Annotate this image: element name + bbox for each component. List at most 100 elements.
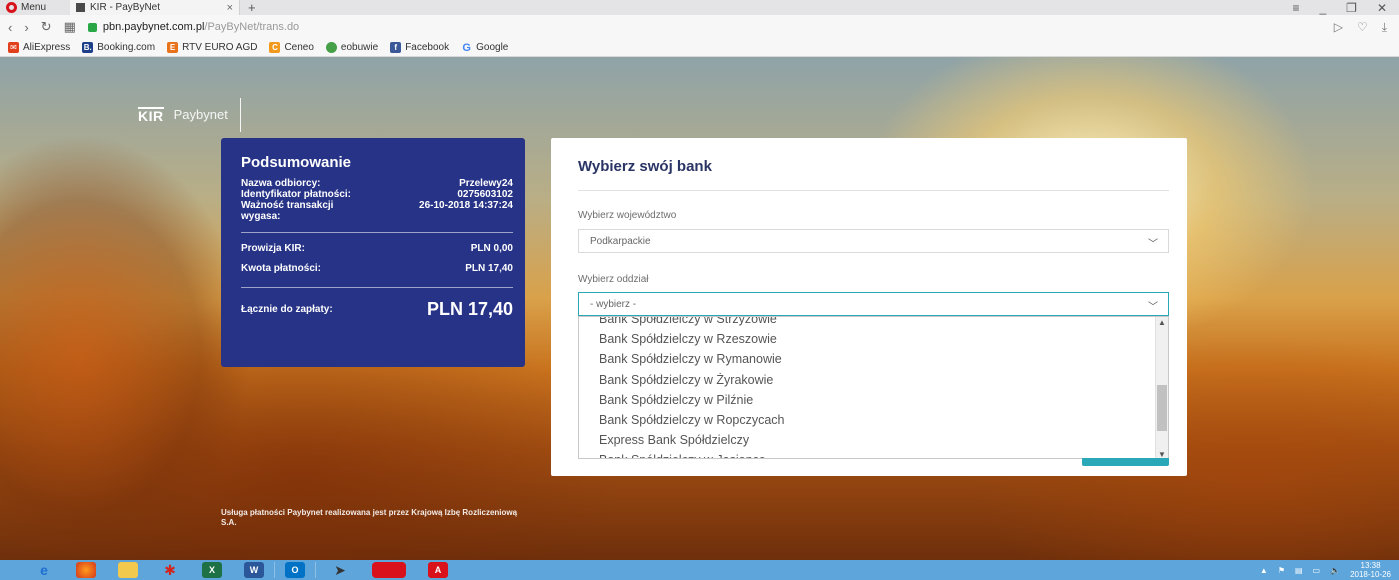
bookmark-google[interactable]: G Google bbox=[461, 42, 508, 54]
opera-taskbar-icon[interactable] bbox=[372, 562, 406, 578]
branch-option[interactable]: Bank Spółdzielczy w Pilźnie bbox=[579, 390, 1156, 410]
windows-taskbar: e ✱ X W O ➤ A ▲ ⚑ ▤ ▭ 🔈 13:38 2018-10-26 bbox=[0, 560, 1399, 580]
url-path: /PayByNet/trans.do bbox=[204, 21, 300, 33]
fee-value: PLN 0,00 bbox=[470, 243, 513, 254]
reload-icon[interactable]: ↻ bbox=[41, 19, 52, 35]
branch-option[interactable]: Bank Spółdzielczy w Rymanowie bbox=[579, 349, 1156, 369]
summary-row-fee: Prowizja KIR: PLN 0,00 bbox=[241, 243, 513, 254]
voivodeship-select[interactable]: Podkarpackie ﹀ bbox=[578, 229, 1169, 253]
browser-menu-button[interactable]: Menu bbox=[0, 2, 70, 13]
url-field[interactable]: pbn.paybynet.com.pl/PayByNet/trans.do bbox=[87, 21, 300, 33]
chevron-down-icon: ﹀ bbox=[1148, 302, 1158, 313]
system-tray: ▲ ⚑ ▤ ▭ 🔈 13:38 2018-10-26 bbox=[1260, 561, 1399, 579]
payment-summary-panel: Podsumowanie Nazwa odbiorcy: Przelewy24 … bbox=[221, 138, 525, 367]
close-window-icon[interactable]: ✕ bbox=[1377, 1, 1387, 15]
branch-option[interactable]: Bank Spółdzielczy w Żyrakowie bbox=[579, 370, 1156, 390]
excel-icon[interactable]: X bbox=[202, 562, 222, 578]
total-label: Łącznie do zapłaty: bbox=[241, 304, 333, 315]
logo-divider bbox=[239, 97, 241, 132]
forward-icon[interactable]: › bbox=[24, 20, 28, 35]
aliexpress-icon: ✉ bbox=[8, 42, 19, 53]
branch-option[interactable]: Bank Spółdzielczy w Ropczycach bbox=[579, 410, 1156, 430]
branch-option[interactable]: Bank Spółdzielczy w Strzyżowie bbox=[579, 317, 1156, 329]
payment-id-label: Identyfikator płatności: bbox=[241, 189, 352, 200]
firefox-icon[interactable] bbox=[76, 562, 96, 578]
new-tab-button[interactable]: + bbox=[240, 0, 256, 15]
flow-icon[interactable]: ▷ bbox=[1334, 20, 1343, 35]
dropdown-scrollbar[interactable]: ▲ ▼ bbox=[1155, 317, 1168, 458]
address-bar: ‹ › ↻ ▦ pbn.paybynet.com.pl/PayByNet/tra… bbox=[0, 15, 1399, 39]
fee-label: Prowizja KIR: bbox=[241, 243, 305, 254]
bookmark-ceneo[interactable]: C Ceneo bbox=[269, 42, 314, 53]
scrollbar-thumb[interactable] bbox=[1157, 385, 1167, 431]
taskbar-separator bbox=[274, 562, 275, 578]
eobuwie-icon bbox=[325, 42, 337, 53]
summary-row-payment-id: Identyfikator płatności: 0275603102 bbox=[241, 189, 513, 200]
volume-icon[interactable]: 🔈 bbox=[1330, 566, 1340, 575]
ceneo-icon: C bbox=[269, 42, 281, 53]
bookmarks-bar: ✉ AliExpress B. Booking.com E RTV EURO AGD … bbox=[0, 39, 1399, 57]
bookmark-facebook[interactable]: f Facebook bbox=[390, 42, 449, 53]
summary-row-amount: Kwota płatności: PLN 17,40 bbox=[241, 263, 513, 274]
bookmark-booking[interactable]: B. Booking.com bbox=[82, 42, 155, 53]
word-icon[interactable]: W bbox=[244, 562, 264, 578]
kir-paybynet-logo: KIR Paybynet bbox=[138, 97, 241, 132]
back-icon[interactable]: ‹ bbox=[8, 20, 12, 35]
lock-icon bbox=[87, 22, 97, 32]
arrow-app-icon[interactable]: ➤ bbox=[330, 562, 350, 578]
speed-dial-icon[interactable]: ▦ bbox=[64, 19, 76, 35]
scroll-up-icon[interactable]: ▲ bbox=[1158, 318, 1166, 327]
acrobat-icon[interactable]: A bbox=[428, 562, 448, 578]
opera-logo-icon bbox=[6, 2, 17, 13]
heart-icon[interactable]: ♡ bbox=[1357, 20, 1368, 35]
branch-value: - wybierz - bbox=[590, 298, 637, 310]
tray-arrow-icon[interactable]: ▲ bbox=[1260, 566, 1268, 575]
summary-divider bbox=[241, 287, 513, 288]
download-icon[interactable]: ⤓ bbox=[1382, 20, 1387, 35]
minimize-icon[interactable]: _ bbox=[1319, 1, 1326, 15]
branch-option[interactable]: Express Bank Spółdzielczy bbox=[579, 430, 1156, 450]
facebook-icon: f bbox=[390, 42, 402, 53]
footer-note: Usługa płatności Paybynet realizowana je… bbox=[221, 508, 518, 527]
flag-icon[interactable]: ⚑ bbox=[1278, 566, 1285, 575]
recipient-value: Przelewy24 bbox=[459, 178, 513, 189]
summary-divider bbox=[241, 232, 513, 233]
chevron-down-icon: ﹀ bbox=[1148, 239, 1158, 250]
next-button[interactable] bbox=[1082, 458, 1169, 466]
app-icon[interactable]: ✱ bbox=[160, 562, 180, 578]
summary-row-expiry: Ważność transakcji wygasa: 26-10-2018 14… bbox=[241, 200, 513, 222]
outlook-icon[interactable]: O bbox=[285, 562, 305, 578]
summary-total: Łącznie do zapłaty: PLN 17,40 bbox=[241, 299, 513, 320]
restore-icon[interactable]: ❐ bbox=[1346, 1, 1357, 15]
logo-kir-text: KIR bbox=[138, 106, 164, 124]
amount-label: Kwota płatności: bbox=[241, 263, 322, 274]
internet-explorer-icon[interactable]: e bbox=[34, 562, 54, 578]
network-icon[interactable]: ▤ bbox=[1295, 566, 1303, 575]
voivodeship-value: Podkarpackie bbox=[590, 235, 651, 247]
branch-select[interactable]: - wybierz - ﹀ bbox=[578, 292, 1169, 316]
tab-menu-icon[interactable]: ≡ bbox=[1292, 1, 1299, 15]
summary-row-recipient: Nazwa odbiorcy: Przelewy24 bbox=[241, 178, 513, 189]
bank-form-divider bbox=[578, 190, 1169, 191]
clock-time: 13:38 bbox=[1360, 561, 1381, 570]
file-explorer-icon[interactable] bbox=[118, 562, 138, 578]
clock-date: 2018-10-26 bbox=[1350, 570, 1391, 579]
bookmark-rtv-euro-agd[interactable]: E RTV EURO AGD bbox=[167, 42, 257, 53]
tab-close-icon[interactable]: × bbox=[227, 2, 233, 14]
voivodeship-label: Wybierz województwo bbox=[578, 210, 677, 221]
bookmark-eobuwie[interactable]: eobuwie bbox=[325, 42, 378, 53]
payment-id-value: 0275603102 bbox=[457, 189, 513, 200]
recipient-label: Nazwa odbiorcy: bbox=[241, 178, 321, 189]
bookmark-aliexpress[interactable]: ✉ AliExpress bbox=[8, 42, 70, 53]
bank-selection-card: Wybierz swój bank Wybierz województwo Po… bbox=[551, 138, 1187, 476]
booking-icon: B. bbox=[82, 42, 94, 53]
bank-form-title: Wybierz swój bank bbox=[578, 158, 712, 175]
branch-option[interactable]: Bank Spółdzielczy w Rzeszowie bbox=[579, 329, 1156, 349]
branch-option[interactable]: Bank Spółdzielczy w Jasionce bbox=[579, 450, 1156, 458]
browser-tab[interactable]: KIR - PayByNet × bbox=[70, 0, 240, 15]
system-clock[interactable]: 13:38 2018-10-26 bbox=[1350, 561, 1391, 579]
battery-icon[interactable]: ▭ bbox=[1313, 566, 1321, 575]
amount-value: PLN 17,40 bbox=[465, 263, 513, 274]
summary-title: Podsumowanie bbox=[241, 154, 352, 171]
branch-dropdown-list: Bank Spółdzielczy w Strzyżowie Bank Spół… bbox=[578, 316, 1169, 459]
